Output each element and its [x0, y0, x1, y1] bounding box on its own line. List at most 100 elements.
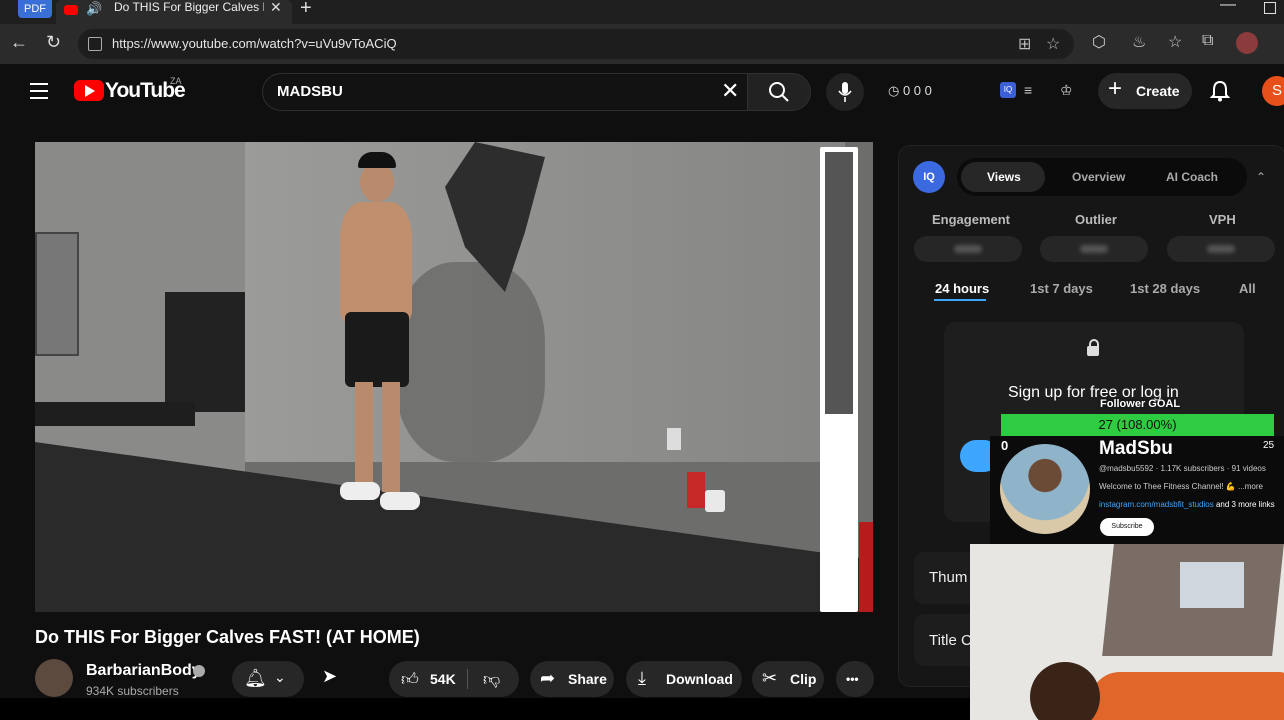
- tab-title: Do THIS For Bigger Calves F: [114, 0, 264, 14]
- video-red-strip: [859, 522, 873, 612]
- outlier-value-blurred: [1040, 236, 1148, 262]
- notifications-bell-icon[interactable]: [1210, 80, 1230, 102]
- overlay-channel-link: instagram.com/madsbfit_studios and 3 mor…: [1099, 500, 1275, 509]
- video-cup: [687, 472, 705, 508]
- scrollbar-thumb[interactable]: [825, 152, 853, 414]
- overlay-channel-handle: @madsbu5592 · 1.17K subscribers · 91 vid…: [1099, 464, 1266, 473]
- channel-name[interactable]: BarbarianBody: [86, 662, 201, 680]
- more-actions-button[interactable]: •••: [836, 661, 874, 697]
- goal-count-left: 0: [1001, 438, 1009, 453]
- hamburger-menu-icon[interactable]: [30, 83, 48, 104]
- subscription-bell-button[interactable]: 🔔︎ ⌄: [232, 661, 304, 697]
- search-input[interactable]: MADSBU: [277, 74, 343, 110]
- list-icon[interactable]: ≡: [1024, 82, 1032, 98]
- site-info-icon[interactable]: [88, 37, 102, 51]
- tab-ai-coach[interactable]: AI Coach: [1166, 170, 1218, 184]
- reload-icon[interactable]: ↻: [46, 32, 61, 53]
- back-arrow-icon[interactable]: ←: [10, 32, 28, 53]
- url-text[interactable]: https://www.youtube.com/watch?v=uVu9vToA…: [112, 29, 397, 59]
- lock-icon: [1087, 339, 1099, 356]
- link-more: and 3 more links: [1215, 500, 1275, 509]
- plus-icon: +: [1108, 75, 1123, 102]
- overlay-channel-description: Welcome to Thee Fitness Channel! 💪 ...mo…: [1099, 482, 1263, 491]
- app-available-icon[interactable]: ⊞: [1018, 34, 1031, 54]
- favorites-icon[interactable]: ☆: [1168, 32, 1182, 52]
- metric-outlier: Outlier: [1075, 212, 1117, 227]
- range-24-hours[interactable]: 24 hours: [935, 281, 989, 296]
- pdf-badge[interactable]: PDF: [18, 0, 52, 18]
- divider: [467, 669, 468, 689]
- video-dumbbell-rack: [165, 292, 245, 412]
- create-label: Create: [1136, 83, 1180, 99]
- dislike-icon[interactable]: 👎︎: [483, 669, 500, 690]
- tab-views[interactable]: Views: [987, 170, 1021, 184]
- verified-badge-icon: [193, 665, 205, 677]
- performance-icon[interactable]: ♨: [1132, 32, 1146, 52]
- create-button[interactable]: + Create: [1098, 73, 1192, 109]
- overlay-subscribe-button: Subscribe: [1100, 518, 1154, 536]
- collections-icon[interactable]: ⧉: [1202, 32, 1213, 50]
- window-maximize-button[interactable]: [1264, 2, 1276, 14]
- webcam-person-head: [1030, 662, 1100, 720]
- tab-close-icon[interactable]: ✕: [270, 0, 282, 16]
- channel-profile-picture: [1000, 444, 1090, 534]
- clear-search-icon[interactable]: ✕: [721, 78, 739, 104]
- like-icon[interactable]: 👍︎: [401, 669, 419, 690]
- bell-icon: 🔔︎: [244, 668, 267, 688]
- link-text: instagram.com/madsbfit_studios: [1099, 500, 1214, 509]
- webcam-screen: [1180, 562, 1244, 608]
- like-count[interactable]: 54K: [430, 661, 456, 697]
- video-title: Do THIS For Bigger Calves FAST! (AT HOME…: [35, 627, 420, 647]
- extensions-icon[interactable]: ⬡: [1092, 32, 1106, 52]
- range-7-days[interactable]: 1st 7 days: [1030, 281, 1093, 296]
- video-tub: [705, 490, 725, 512]
- tab-overview[interactable]: Overview: [1072, 170, 1125, 184]
- search-button[interactable]: [747, 73, 811, 111]
- download-button[interactable]: ⤓ Download: [626, 661, 742, 697]
- video-side-scrollbar[interactable]: [820, 147, 858, 612]
- share-button[interactable]: ➦ Share: [530, 661, 614, 697]
- video-person: [320, 152, 430, 512]
- range-28-days[interactable]: 1st 28 days: [1130, 281, 1200, 296]
- vidiq-header-stats[interactable]: ◷ 0 0 0: [888, 83, 932, 99]
- channel-avatar[interactable]: [35, 659, 73, 697]
- metric-vph: VPH: [1209, 212, 1236, 227]
- mouse-cursor-icon: ➤: [322, 666, 338, 686]
- more-dots-icon: •••: [846, 672, 859, 686]
- browser-profile-avatar[interactable]: [1236, 32, 1258, 54]
- youtube-logo-icon[interactable]: [74, 80, 104, 101]
- new-tab-button[interactable]: +: [300, 0, 312, 20]
- bottom-bar: [0, 698, 970, 720]
- window-minimize-button[interactable]: —: [1220, 0, 1236, 14]
- trophy-icon[interactable]: ♔: [1060, 82, 1073, 99]
- range-all[interactable]: All: [1239, 281, 1256, 296]
- search-icon: [769, 82, 789, 102]
- video-mirror: [35, 232, 79, 356]
- clip-label: Clip: [790, 671, 817, 687]
- share-label: Share: [568, 671, 607, 687]
- webcam-person-shirt: [1090, 672, 1284, 720]
- video-floor: [35, 442, 873, 612]
- favorite-star-icon[interactable]: ☆: [1046, 34, 1060, 54]
- clip-button[interactable]: ✂ Clip: [752, 661, 824, 697]
- webcam-feed: [970, 544, 1284, 720]
- address-bar[interactable]: https://www.youtube.com/watch?v=uVu9vToA…: [78, 29, 1074, 59]
- video-player[interactable]: [35, 142, 873, 612]
- download-label: Download: [666, 671, 733, 687]
- collapse-chevron-icon[interactable]: ⌃: [1256, 170, 1266, 184]
- voice-search-button[interactable]: [826, 73, 864, 111]
- engagement-value-blurred: [914, 236, 1022, 262]
- stats-values: 0 0 0: [902, 83, 932, 98]
- share-arrow-icon: ➦: [540, 668, 556, 688]
- account-avatar[interactable]: S: [1262, 76, 1284, 106]
- search-box[interactable]: MADSBU ✕: [262, 73, 748, 111]
- like-dislike-group: 👍︎ 54K 👎︎: [389, 661, 519, 697]
- vph-value-blurred: [1167, 236, 1275, 262]
- vidiq-extension-icon[interactable]: IQ: [1000, 82, 1016, 98]
- country-code: ZA: [170, 76, 182, 86]
- speaker-icon[interactable]: 🔊: [86, 1, 102, 17]
- youtube-favicon-icon: [64, 5, 78, 15]
- metric-engagement: Engagement: [932, 212, 1011, 227]
- range-active-underline: [934, 299, 986, 301]
- browser-tab-active[interactable]: 🔊 Do THIS For Bigger Calves F ✕: [56, 0, 292, 24]
